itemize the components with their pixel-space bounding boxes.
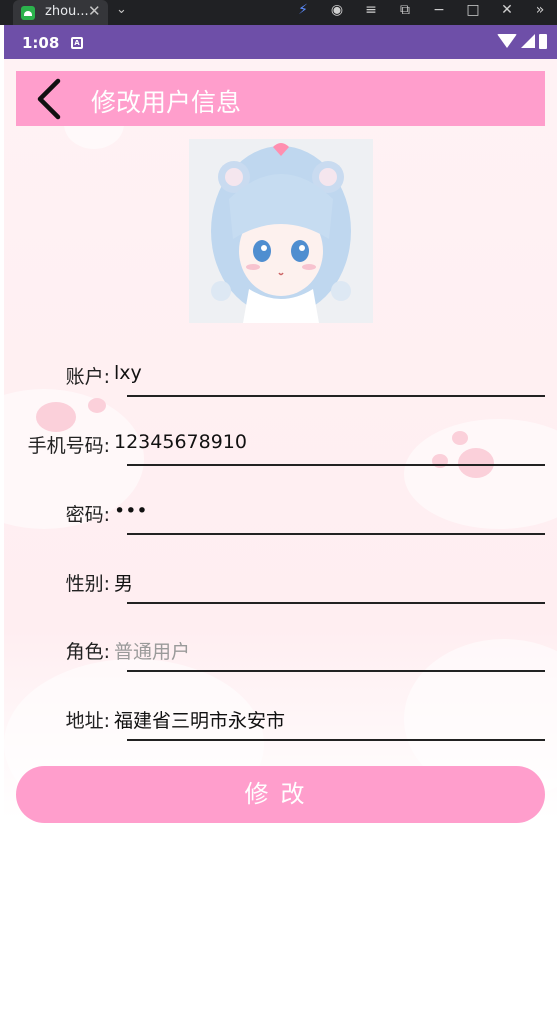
wifi-icon [497, 34, 517, 48]
menu-icon[interactable]: ≡ [361, 2, 381, 18]
status-bar: 1:08 A [4, 25, 557, 59]
field-label: 性别: [65, 573, 110, 595]
field-label: 地址: [65, 710, 110, 732]
status-time: 1:08 [22, 34, 60, 52]
page-title: 修改用户信息 [91, 88, 242, 117]
more-icon[interactable]: » [530, 2, 550, 18]
paw-icon [88, 398, 106, 413]
password-input[interactable]: ••• [114, 500, 148, 522]
gender-input[interactable]: 男 [114, 569, 133, 596]
status-icons [497, 34, 547, 49]
field-label: 密码: [65, 504, 110, 526]
profile-icon[interactable]: ◉ [327, 2, 347, 18]
field-underline [127, 670, 545, 672]
android-icon [21, 6, 35, 20]
phone-input[interactable]: 12345678910 [114, 431, 247, 453]
field-underline [127, 739, 545, 741]
extension-icon[interactable]: ⚡ [293, 2, 313, 18]
address-input[interactable]: 福建省三明市永安市 [114, 706, 285, 733]
battery-icon [539, 34, 547, 49]
field-underline [127, 464, 545, 466]
field-underline [127, 533, 545, 535]
signal-icon [521, 34, 535, 48]
tab-title: zhou... [45, 4, 89, 19]
field-label: 手机号码: [27, 435, 110, 457]
tab-close-icon[interactable]: ✕ [88, 2, 101, 20]
tab-list-icon[interactable]: ⌄ [116, 2, 127, 17]
browser-title-bar: zhou... ✕ ⌄ ⚡ ◉ ≡ ⧉ − □ ✕ » [0, 0, 557, 25]
address-field[interactable]: 地址: 福建省三明市永安市 [4, 694, 557, 744]
role-input[interactable]: 普通用户 [114, 637, 190, 664]
close-window-icon[interactable]: ✕ [497, 2, 517, 18]
back-chevron-icon[interactable] [30, 77, 70, 121]
user-avatar[interactable] [189, 139, 373, 323]
app-screen: 修改用户信息 账户: lxy 手机号码: 12345678910 密码: •••… [4, 59, 557, 1009]
field-label: 账户: [65, 366, 110, 388]
field-underline [127, 602, 545, 604]
maximize-icon[interactable]: □ [463, 2, 483, 18]
field-label: 角色: [65, 641, 110, 663]
gender-field[interactable]: 性别: 男 [4, 557, 557, 607]
notification-a-icon: A [71, 37, 83, 49]
browser-tab[interactable]: zhou... ✕ [13, 0, 108, 25]
account-input[interactable]: lxy [114, 362, 142, 384]
password-field[interactable]: 密码: ••• [4, 488, 557, 538]
app-header: 修改用户信息 [16, 71, 545, 126]
screenshot-icon[interactable]: ⧉ [395, 2, 415, 18]
account-field[interactable]: 账户: lxy [4, 350, 557, 400]
anime-avatar-image [189, 139, 373, 323]
minimize-icon[interactable]: − [429, 2, 449, 18]
modify-button[interactable]: 修改 [16, 766, 545, 823]
phone-field[interactable]: 手机号码: 12345678910 [4, 419, 557, 469]
field-underline [127, 395, 545, 397]
role-field[interactable]: 角色: 普通用户 [4, 625, 557, 675]
